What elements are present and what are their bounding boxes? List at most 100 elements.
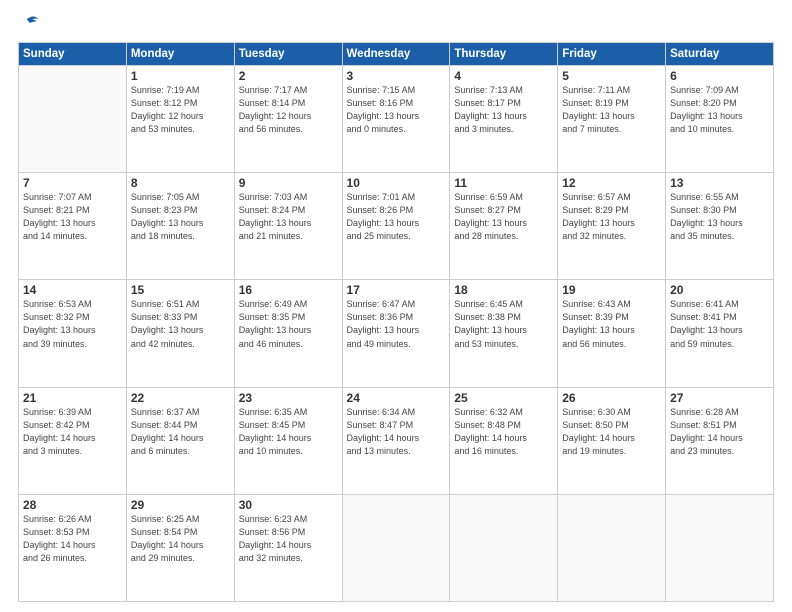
day-number: 20 [670, 283, 769, 297]
calendar-cell: 4Sunrise: 7:13 AMSunset: 8:17 PMDaylight… [450, 66, 558, 173]
day-info: Sunrise: 7:13 AMSunset: 8:17 PMDaylight:… [454, 84, 553, 136]
day-number: 25 [454, 391, 553, 405]
calendar-cell: 21Sunrise: 6:39 AMSunset: 8:42 PMDayligh… [19, 387, 127, 494]
calendar-cell [558, 494, 666, 601]
calendar-cell: 10Sunrise: 7:01 AMSunset: 8:26 PMDayligh… [342, 173, 450, 280]
calendar-week-2: 7Sunrise: 7:07 AMSunset: 8:21 PMDaylight… [19, 173, 774, 280]
calendar-cell [342, 494, 450, 601]
day-number: 30 [239, 498, 338, 512]
day-number: 2 [239, 69, 338, 83]
weekday-header-sunday: Sunday [19, 43, 127, 66]
day-info: Sunrise: 6:45 AMSunset: 8:38 PMDaylight:… [454, 298, 553, 350]
day-number: 10 [347, 176, 446, 190]
day-info: Sunrise: 7:03 AMSunset: 8:24 PMDaylight:… [239, 191, 338, 243]
day-number: 1 [131, 69, 230, 83]
day-info: Sunrise: 6:32 AMSunset: 8:48 PMDaylight:… [454, 406, 553, 458]
day-info: Sunrise: 6:26 AMSunset: 8:53 PMDaylight:… [23, 513, 122, 565]
calendar-cell [19, 66, 127, 173]
calendar-cell: 9Sunrise: 7:03 AMSunset: 8:24 PMDaylight… [234, 173, 342, 280]
day-info: Sunrise: 7:11 AMSunset: 8:19 PMDaylight:… [562, 84, 661, 136]
day-number: 19 [562, 283, 661, 297]
day-number: 15 [131, 283, 230, 297]
day-info: Sunrise: 6:47 AMSunset: 8:36 PMDaylight:… [347, 298, 446, 350]
logo-bird-icon [20, 14, 40, 34]
day-number: 16 [239, 283, 338, 297]
day-number: 21 [23, 391, 122, 405]
weekday-header-tuesday: Tuesday [234, 43, 342, 66]
day-info: Sunrise: 7:17 AMSunset: 8:14 PMDaylight:… [239, 84, 338, 136]
day-info: Sunrise: 7:19 AMSunset: 8:12 PMDaylight:… [131, 84, 230, 136]
calendar-week-3: 14Sunrise: 6:53 AMSunset: 8:32 PMDayligh… [19, 280, 774, 387]
calendar-cell: 1Sunrise: 7:19 AMSunset: 8:12 PMDaylight… [126, 66, 234, 173]
day-number: 22 [131, 391, 230, 405]
day-info: Sunrise: 7:09 AMSunset: 8:20 PMDaylight:… [670, 84, 769, 136]
calendar-cell: 3Sunrise: 7:15 AMSunset: 8:16 PMDaylight… [342, 66, 450, 173]
calendar-cell: 13Sunrise: 6:55 AMSunset: 8:30 PMDayligh… [666, 173, 774, 280]
calendar-cell: 17Sunrise: 6:47 AMSunset: 8:36 PMDayligh… [342, 280, 450, 387]
calendar-cell: 27Sunrise: 6:28 AMSunset: 8:51 PMDayligh… [666, 387, 774, 494]
calendar-table: SundayMondayTuesdayWednesdayThursdayFrid… [18, 42, 774, 602]
calendar-cell: 7Sunrise: 7:07 AMSunset: 8:21 PMDaylight… [19, 173, 127, 280]
day-number: 14 [23, 283, 122, 297]
day-number: 13 [670, 176, 769, 190]
day-number: 8 [131, 176, 230, 190]
day-info: Sunrise: 6:51 AMSunset: 8:33 PMDaylight:… [131, 298, 230, 350]
calendar-cell: 29Sunrise: 6:25 AMSunset: 8:54 PMDayligh… [126, 494, 234, 601]
calendar-week-5: 28Sunrise: 6:26 AMSunset: 8:53 PMDayligh… [19, 494, 774, 601]
calendar-week-4: 21Sunrise: 6:39 AMSunset: 8:42 PMDayligh… [19, 387, 774, 494]
weekday-header-friday: Friday [558, 43, 666, 66]
day-info: Sunrise: 6:43 AMSunset: 8:39 PMDaylight:… [562, 298, 661, 350]
weekday-header-monday: Monday [126, 43, 234, 66]
day-info: Sunrise: 6:53 AMSunset: 8:32 PMDaylight:… [23, 298, 122, 350]
calendar-cell: 24Sunrise: 6:34 AMSunset: 8:47 PMDayligh… [342, 387, 450, 494]
calendar-cell: 2Sunrise: 7:17 AMSunset: 8:14 PMDaylight… [234, 66, 342, 173]
weekday-header-thursday: Thursday [450, 43, 558, 66]
day-info: Sunrise: 6:59 AMSunset: 8:27 PMDaylight:… [454, 191, 553, 243]
day-info: Sunrise: 6:39 AMSunset: 8:42 PMDaylight:… [23, 406, 122, 458]
day-info: Sunrise: 6:28 AMSunset: 8:51 PMDaylight:… [670, 406, 769, 458]
logo [18, 14, 40, 34]
day-number: 11 [454, 176, 553, 190]
calendar-cell: 20Sunrise: 6:41 AMSunset: 8:41 PMDayligh… [666, 280, 774, 387]
header [18, 14, 774, 34]
calendar-cell [450, 494, 558, 601]
day-number: 23 [239, 391, 338, 405]
day-info: Sunrise: 6:49 AMSunset: 8:35 PMDaylight:… [239, 298, 338, 350]
calendar-cell: 5Sunrise: 7:11 AMSunset: 8:19 PMDaylight… [558, 66, 666, 173]
day-number: 9 [239, 176, 338, 190]
day-info: Sunrise: 7:15 AMSunset: 8:16 PMDaylight:… [347, 84, 446, 136]
calendar-cell: 15Sunrise: 6:51 AMSunset: 8:33 PMDayligh… [126, 280, 234, 387]
calendar-cell: 18Sunrise: 6:45 AMSunset: 8:38 PMDayligh… [450, 280, 558, 387]
day-info: Sunrise: 6:55 AMSunset: 8:30 PMDaylight:… [670, 191, 769, 243]
calendar-cell: 8Sunrise: 7:05 AMSunset: 8:23 PMDaylight… [126, 173, 234, 280]
day-info: Sunrise: 7:01 AMSunset: 8:26 PMDaylight:… [347, 191, 446, 243]
weekday-header-row: SundayMondayTuesdayWednesdayThursdayFrid… [19, 43, 774, 66]
day-info: Sunrise: 6:25 AMSunset: 8:54 PMDaylight:… [131, 513, 230, 565]
day-info: Sunrise: 6:57 AMSunset: 8:29 PMDaylight:… [562, 191, 661, 243]
calendar-week-1: 1Sunrise: 7:19 AMSunset: 8:12 PMDaylight… [19, 66, 774, 173]
weekday-header-saturday: Saturday [666, 43, 774, 66]
day-number: 17 [347, 283, 446, 297]
day-info: Sunrise: 7:05 AMSunset: 8:23 PMDaylight:… [131, 191, 230, 243]
weekday-header-wednesday: Wednesday [342, 43, 450, 66]
day-number: 27 [670, 391, 769, 405]
day-number: 4 [454, 69, 553, 83]
day-number: 24 [347, 391, 446, 405]
day-number: 5 [562, 69, 661, 83]
calendar-cell: 26Sunrise: 6:30 AMSunset: 8:50 PMDayligh… [558, 387, 666, 494]
calendar-cell: 25Sunrise: 6:32 AMSunset: 8:48 PMDayligh… [450, 387, 558, 494]
day-number: 26 [562, 391, 661, 405]
day-info: Sunrise: 6:41 AMSunset: 8:41 PMDaylight:… [670, 298, 769, 350]
calendar-cell: 19Sunrise: 6:43 AMSunset: 8:39 PMDayligh… [558, 280, 666, 387]
day-info: Sunrise: 6:37 AMSunset: 8:44 PMDaylight:… [131, 406, 230, 458]
day-number: 29 [131, 498, 230, 512]
calendar-cell: 23Sunrise: 6:35 AMSunset: 8:45 PMDayligh… [234, 387, 342, 494]
day-number: 3 [347, 69, 446, 83]
day-number: 12 [562, 176, 661, 190]
calendar-cell: 30Sunrise: 6:23 AMSunset: 8:56 PMDayligh… [234, 494, 342, 601]
day-info: Sunrise: 6:34 AMSunset: 8:47 PMDaylight:… [347, 406, 446, 458]
calendar-cell: 6Sunrise: 7:09 AMSunset: 8:20 PMDaylight… [666, 66, 774, 173]
calendar-cell: 12Sunrise: 6:57 AMSunset: 8:29 PMDayligh… [558, 173, 666, 280]
calendar-cell: 11Sunrise: 6:59 AMSunset: 8:27 PMDayligh… [450, 173, 558, 280]
day-number: 6 [670, 69, 769, 83]
